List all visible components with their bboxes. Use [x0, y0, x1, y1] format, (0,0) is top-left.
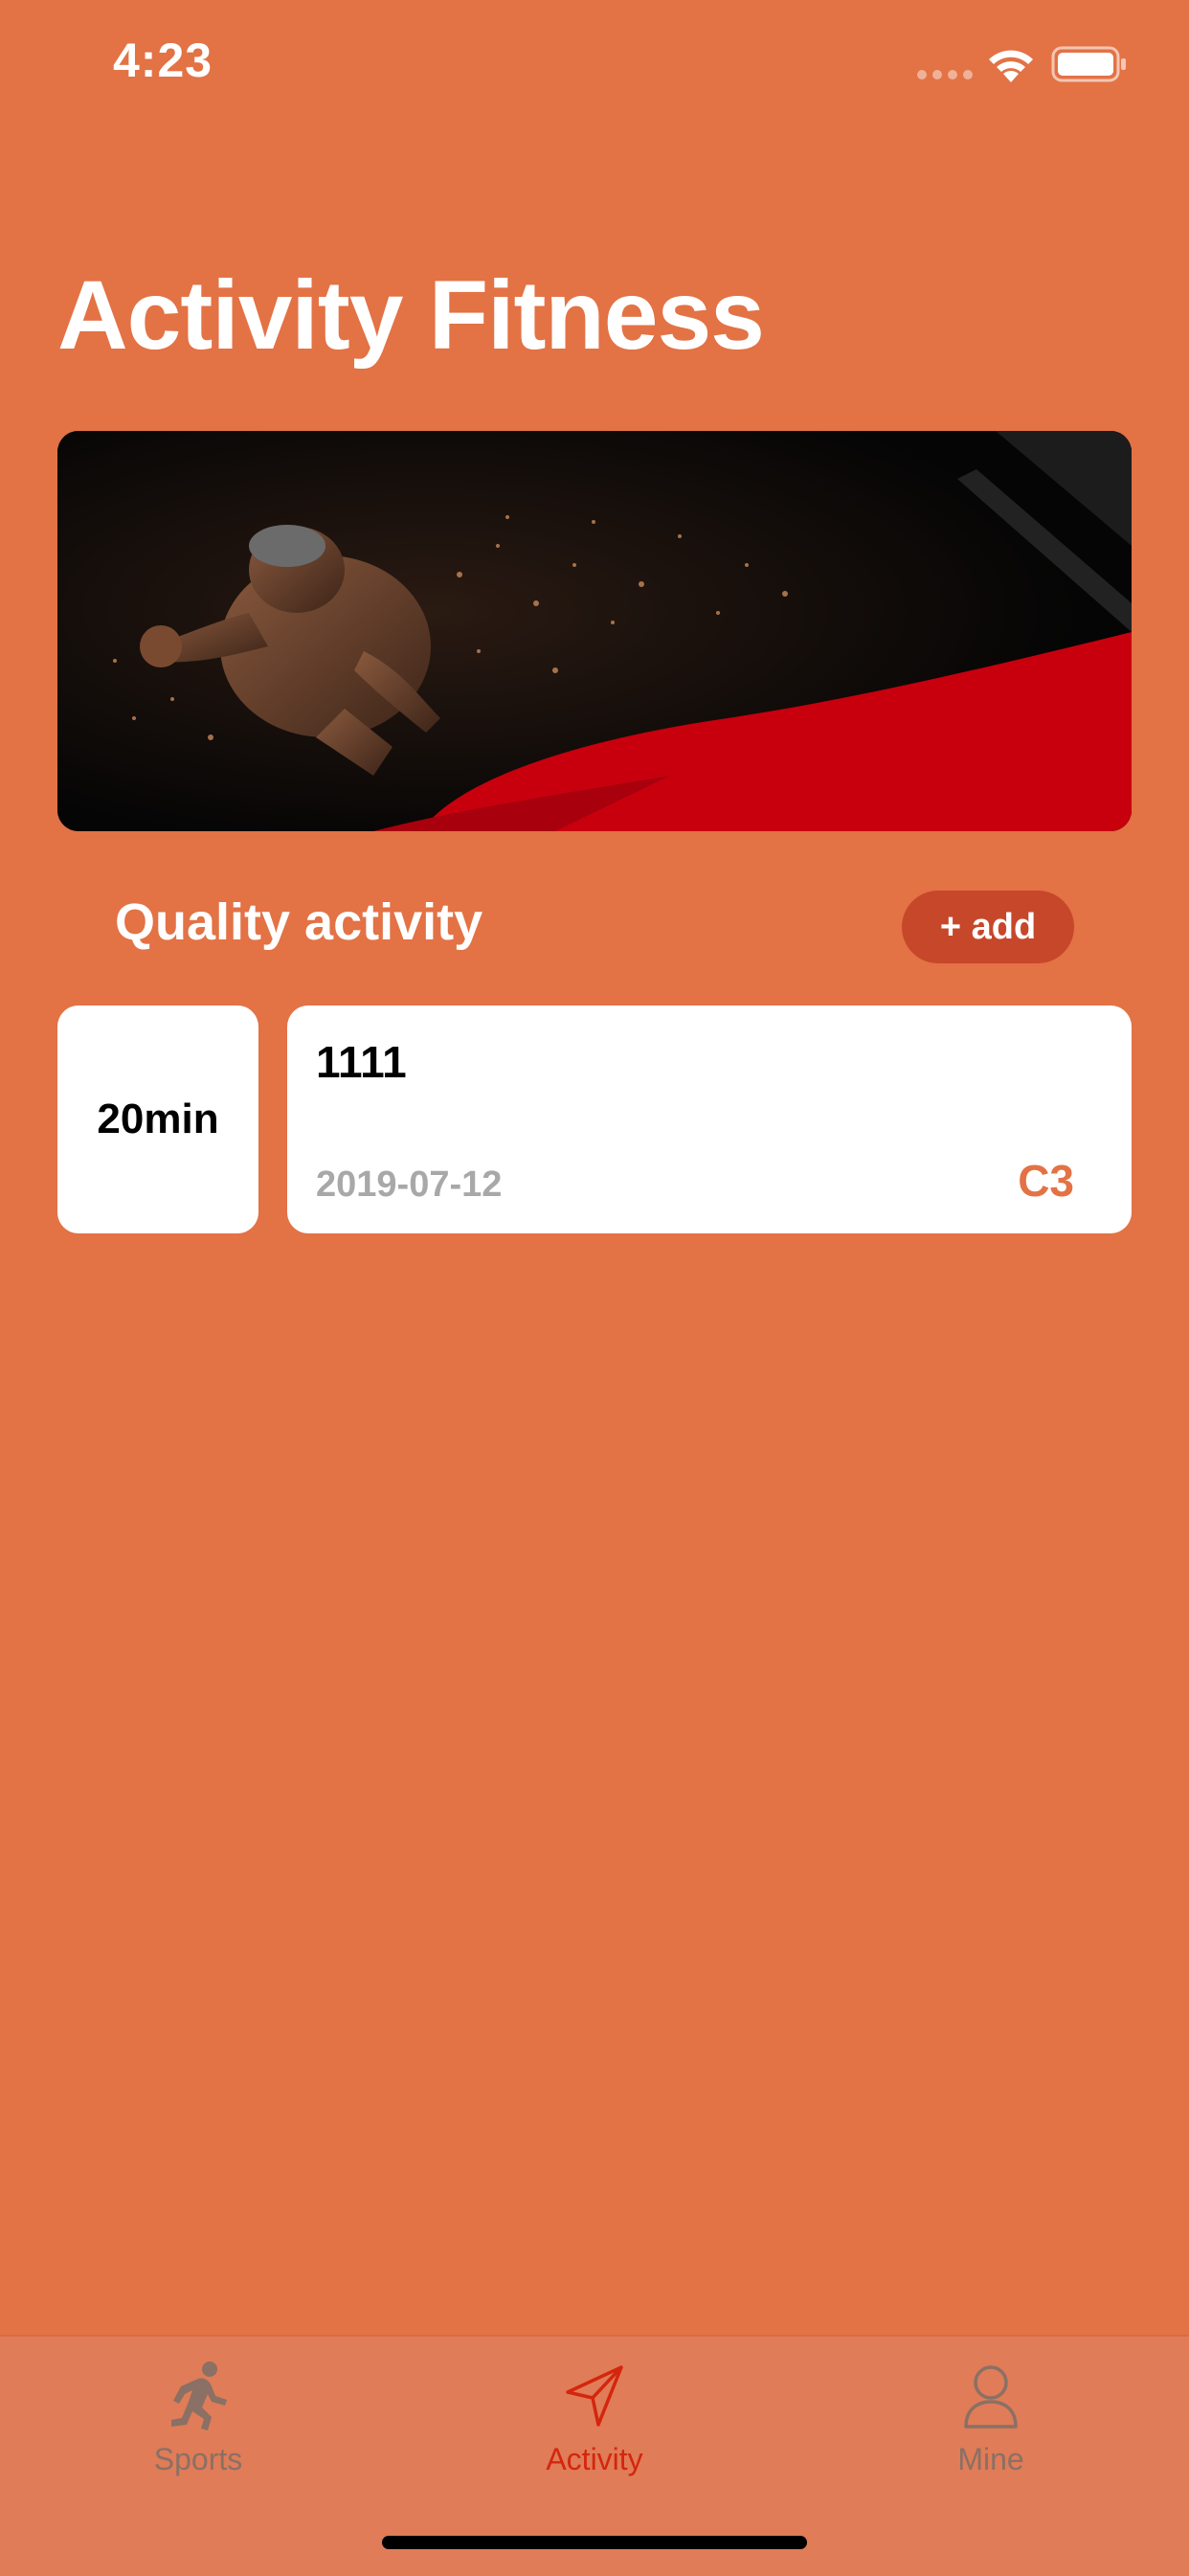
tab-activity[interactable]: Activity [396, 2337, 793, 2499]
user-icon [964, 2365, 1018, 2429]
running-person-icon [171, 2361, 227, 2430]
activity-card[interactable]: 1111 2019-07-12 C3 [287, 1006, 1132, 1233]
activity-code: C3 [1018, 1156, 1074, 1206]
activity-duration-card[interactable]: 20min [57, 1006, 258, 1233]
status-time: 4:23 [113, 34, 213, 87]
tab-sports-label: Sports [153, 2442, 243, 2476]
status-bar: 4:23 [0, 0, 1189, 126]
section-title: Quality activity [115, 893, 483, 951]
tab-activity-label: Activity [546, 2442, 643, 2476]
fitness-banner-image [57, 431, 1132, 831]
page-title: Activity Fitness [57, 260, 765, 370]
wifi-icon [989, 50, 1033, 82]
battery-icon [1051, 46, 1126, 82]
add-activity-button[interactable]: + add [902, 891, 1074, 963]
activity-name: 1111 [316, 1037, 407, 1087]
tab-sports[interactable]: Sports [0, 2337, 396, 2499]
activity-date: 2019-07-12 [316, 1164, 503, 1205]
tab-mine[interactable]: Mine [793, 2337, 1189, 2499]
tab-mine-label: Mine [957, 2442, 1024, 2476]
navigation-arrow-icon [566, 2365, 623, 2427]
home-indicator [382, 2536, 807, 2549]
cellular-signal-icon [917, 70, 973, 79]
